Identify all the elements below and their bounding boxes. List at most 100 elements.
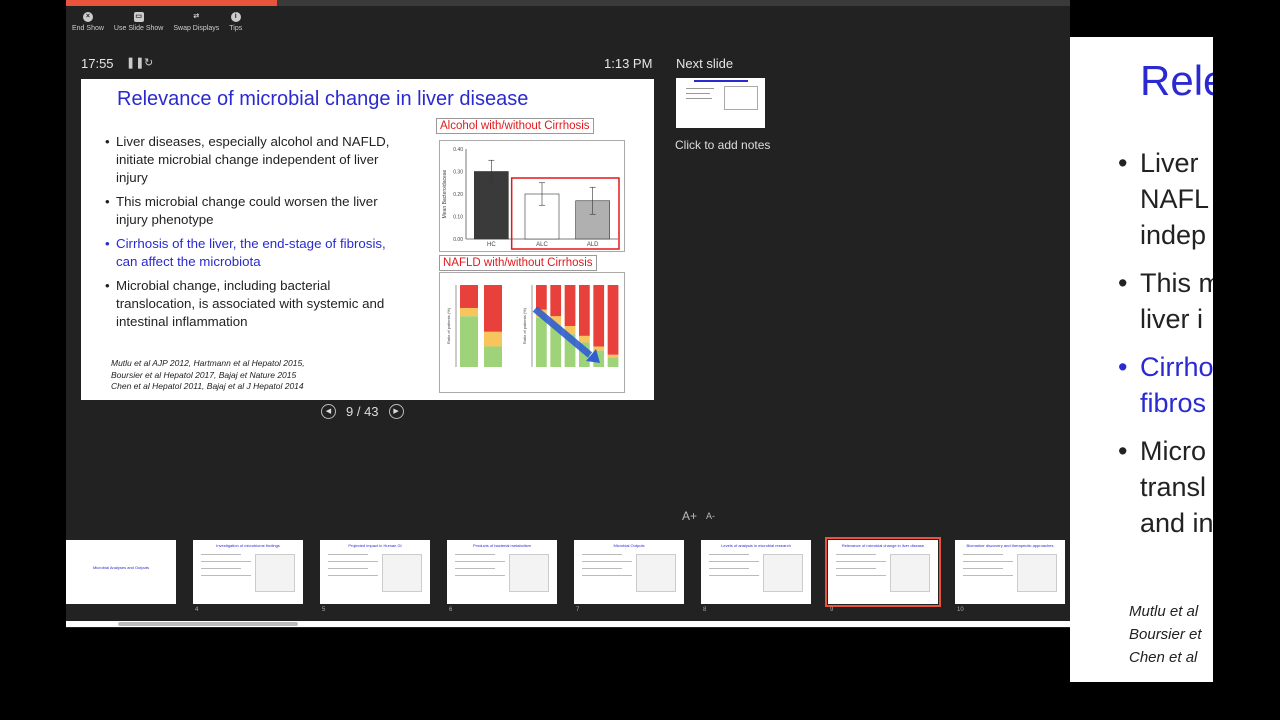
thumbnail-text-line [582, 561, 632, 562]
current-slide: Relevance of microbial change in liver d… [81, 79, 654, 400]
thumbnail-title: Products of bacterial metabolism [472, 543, 532, 548]
thumbnail-number: 5 [322, 607, 326, 613]
stacked-segment [607, 285, 619, 355]
bullet-1: Liver diseases, especially alcohol and N… [105, 133, 405, 187]
slide-references: Mutlu et al AJP 2012, Hartmann et al Hep… [111, 358, 305, 393]
thumbnail-text-line [201, 568, 241, 569]
audience-bullet-line: and in [1118, 505, 1213, 541]
bullet-marker: • [1118, 352, 1128, 382]
thumbnail-text-line [963, 554, 1003, 555]
audience-bullet-line: NAFL [1118, 181, 1213, 217]
reference-line-2: Boursier et al Hepatol 2017, Bajaj et Na… [111, 369, 297, 380]
decrease-font-button[interactable]: A- [706, 511, 715, 521]
slide-thumbnail-7[interactable]: Microbial Outputs [574, 540, 684, 604]
thumbnail-title: Levels of analysis in microbial research [721, 543, 791, 548]
bullet-2: This microbial change could worsen the l… [105, 193, 405, 229]
use-slide-show-label: Use Slide Show [113, 25, 164, 32]
chart2-box: Ratio of patients (%) Ratio of patients (… [439, 272, 625, 393]
slide-thumbnail-prev[interactable]: Microbial Analyses and Outputs [66, 540, 176, 604]
thumbnail-number: 6 [449, 607, 453, 613]
thumbnail-text-line [455, 568, 495, 569]
thumbnail-text-line [963, 561, 1013, 562]
audience-slide-title: Rele [1140, 57, 1213, 104]
thumbnail-title: Microbial Analyses and Outputs [92, 565, 150, 570]
audience-line-text: Cirrhos [1140, 352, 1213, 382]
pause-icon[interactable]: ❚❚ [126, 56, 144, 69]
toolbar: × End Show ▭ Use Slide Show ⇄ Swap Displ… [72, 12, 242, 32]
thumbnail-text-line [201, 554, 241, 555]
stacked-segment [607, 357, 619, 367]
audience-bullet-line: fibros [1118, 385, 1213, 421]
prev-icon[interactable]: ◀ [321, 404, 336, 419]
increase-font-button[interactable]: A+ [682, 509, 697, 523]
thumbnail-text-line [709, 568, 749, 569]
slide-thumbnail-4[interactable]: Investigation of microbiome findings [193, 540, 303, 604]
thumbnail-number: 8 [703, 607, 707, 613]
bullet-3: Cirrhosis of the liver, the end-stage of… [105, 235, 405, 271]
screen-icon: ▭ [133, 12, 144, 22]
nafld-stacked-chart: Ratio of patients (%) Ratio of patients (… [446, 285, 619, 367]
audience-bullet-line: • Liver [1118, 145, 1213, 181]
alcohol-bar-chart: 0.00 0.10 0.20 0.30 0.40 Mean Bacteroidaceae H… [442, 147, 620, 250]
audience-reference-3: Chen et al [1129, 649, 1198, 666]
stacked-segment [460, 307, 478, 317]
next-slide-preview[interactable] [676, 78, 765, 128]
audience-bullet-line: • Micro [1118, 433, 1213, 469]
thumbnail-title: Microbial Outputs [613, 543, 645, 548]
thumbnail-text-line [582, 575, 632, 576]
thumbnail-text-line [582, 554, 622, 555]
speaker-notes-field[interactable]: Click to add notes [675, 138, 770, 152]
thumbnail-text-line [836, 554, 876, 555]
stacked-segment [484, 331, 502, 347]
audience-line-text: Liver [1140, 148, 1199, 178]
tips-button[interactable]: i Tips [229, 12, 242, 32]
thumbnail-number: 4 [195, 607, 199, 613]
thumbnail-title: Projected impact in Human GI [348, 543, 402, 548]
filmstrip-scrollbar[interactable] [118, 622, 298, 626]
y-tick-label: 0.00 [453, 237, 463, 243]
thumbnail-text-line [328, 561, 378, 562]
audience-line-text: transl [1140, 472, 1207, 502]
audience-line-text: NAFL [1140, 184, 1210, 214]
audience-reference-2: Boursier et [1129, 626, 1202, 643]
slide-thumbnail-9[interactable]: Relevance of microbial change in liver d… [825, 537, 941, 607]
thumbnail-title: Investigation of microbiome findings [216, 543, 280, 548]
slide-thumbnail-5[interactable]: Projected impact in Human GI [320, 540, 430, 604]
stacked-segment [536, 285, 547, 310]
next-slide-label: Next slide [676, 56, 734, 71]
y-tick-label: 0.40 [453, 147, 463, 153]
y-axis-label: Mean Bacteroidaceae [442, 169, 448, 218]
slide-thumbnail-8[interactable]: Levels of analysis in microbial research [701, 540, 811, 604]
swap-displays-button[interactable]: ⇄ Swap Displays [173, 12, 219, 32]
stacked-segment [460, 285, 478, 308]
slide-navigation: ◀ 9 / 43 ▶ [321, 404, 404, 419]
stacked-segment [550, 285, 562, 317]
bullet-marker: • [1118, 436, 1128, 466]
chart2-title: NAFLD with/without Cirrhosis [439, 255, 597, 271]
thumbnail-text-line [836, 568, 876, 569]
slide-filmstrip: Microbial Analyses and Outputs Investigat… [66, 537, 1070, 618]
panel-y-label: Ratio of patients (%) [446, 307, 451, 344]
end-show-button[interactable]: × End Show [72, 12, 104, 32]
swap-displays-label: Swap Displays [173, 25, 220, 32]
bullet-marker: • [1118, 148, 1128, 178]
thumbnail-text-line [328, 568, 368, 569]
thumbnail-text-line [582, 568, 622, 569]
slide-thumbnail-10[interactable]: Biomarker discovery and therapeutic appr… [955, 540, 1065, 604]
end-show-label: End Show [72, 25, 104, 32]
reset-timer-icon[interactable]: ↻ [144, 56, 153, 69]
audience-bullet-line: • Cirrhos [1118, 349, 1213, 385]
x-tick-label: HC [487, 242, 496, 248]
next-icon[interactable]: ▶ [388, 404, 404, 419]
chart1-box: 0.00 0.10 0.20 0.30 0.40 Mean Bacteroidaceae H… [439, 140, 625, 252]
audience-line-text: liver i [1140, 304, 1204, 334]
use-slide-show-button[interactable]: ▭ Use Slide Show [114, 12, 163, 32]
x-tick-label: ALC [536, 242, 548, 248]
thumbnail-number: 7 [576, 607, 580, 613]
thumbnail-text-line [455, 554, 495, 555]
thumbnail-text-line [201, 561, 251, 562]
thumbnail-number: 10 [957, 607, 964, 613]
stacked-segment [579, 285, 590, 336]
slide-thumbnail-6[interactable]: Products of bacterial metabolism [447, 540, 557, 604]
info-icon: i [230, 12, 241, 22]
